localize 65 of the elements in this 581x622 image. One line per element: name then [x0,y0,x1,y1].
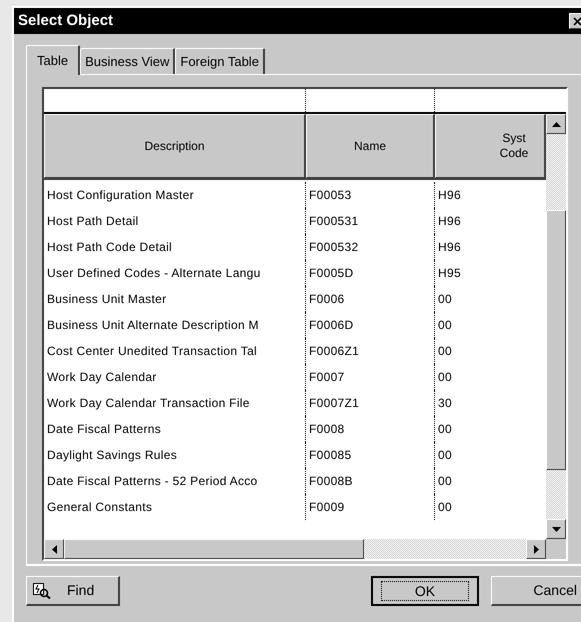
table-cell: F00053 [306,182,435,208]
scroll-thumb[interactable] [64,539,364,559]
table-cell: F0007Z1 [306,390,435,416]
find-button[interactable]: Find [26,576,120,606]
table-cell-text: 00 [437,369,453,386]
table-cell-text: 00 [437,421,453,438]
table-cell: General Constants [44,494,306,520]
table-cell: Date Fiscal Patterns [44,416,306,442]
table-cell: Cost Center Unedited Transaction Tal [44,338,306,364]
vertical-scrollbar[interactable] [546,114,566,539]
table-cell: F0008B [306,468,435,494]
left-arrow-icon [52,544,56,554]
close-icon [572,16,581,26]
horizontal-scrollbar[interactable] [44,539,546,559]
table-cell: Host Path Detail [44,208,306,234]
tab[interactable]: Table [26,45,80,75]
table-cell: Host Path Code Detail [44,234,306,260]
cancel-button[interactable]: Cancel [491,576,581,606]
column-header[interactable]: Description [44,114,306,178]
ok-button[interactable]: OK [371,576,479,606]
table-cell-text: H96 [437,187,462,204]
scroll-up-button[interactable] [546,114,566,134]
table-cell-text: 00 [437,317,453,334]
right-arrow-icon [534,544,538,554]
close-button[interactable] [569,13,581,29]
table-cell-text: 00 [437,473,453,490]
tab[interactable]: Business View [80,48,176,74]
scroll-thumb[interactable] [546,210,566,470]
table-cell-text: 00 [437,447,453,464]
table-cell: Date Fiscal Patterns - 52 Period Acco [44,468,306,494]
table-cell-text: H96 [437,213,462,230]
scroll-down-button[interactable] [546,519,566,539]
table-cell: Work Day Calendar Transaction File [44,390,306,416]
scroll-right-button[interactable] [526,539,546,559]
table-cell: F0006 [306,286,435,312]
table-cell-text: H95 [437,265,462,282]
table-cell: F00085 [306,442,435,468]
table-cell: Business Unit Alternate Description M [44,312,306,338]
table-cell: F000531 [306,208,435,234]
table-cell: User Defined Codes - Alternate Langu [44,260,306,286]
column-header[interactable]: Name [306,114,435,178]
up-arrow-icon [552,122,560,126]
table-cell-text: 00 [437,291,453,308]
table-cell: F0007 [306,364,435,390]
column-header[interactable]: Syst Code [435,114,546,178]
table-cell: Work Day Calendar [44,364,306,390]
tab[interactable]: Foreign Table [175,48,265,74]
table-cell-text: 30 [437,395,453,412]
scrollbar-corner [546,539,566,559]
table-cell: F0009 [306,494,435,520]
table-cell: F0008 [306,416,435,442]
table-cell: F000532 [306,234,435,260]
table-cell: F0006Z1 [306,338,435,364]
table-cell: Daylight Savings Rules [44,442,306,468]
table-cell: Business Unit Master [44,286,306,312]
table-cell: F0005D [306,260,435,286]
table-cell: Host Configuration Master [44,182,306,208]
scroll-left-button[interactable] [44,539,64,559]
table-cell-text: H96 [437,239,462,256]
window-title: Select Object [18,10,114,31]
table-cell: F0006D [306,312,435,338]
down-arrow-icon [552,526,560,532]
table-cell-text: 00 [437,499,453,516]
search-icon [33,582,51,598]
table-cell-text: 00 [437,343,453,360]
